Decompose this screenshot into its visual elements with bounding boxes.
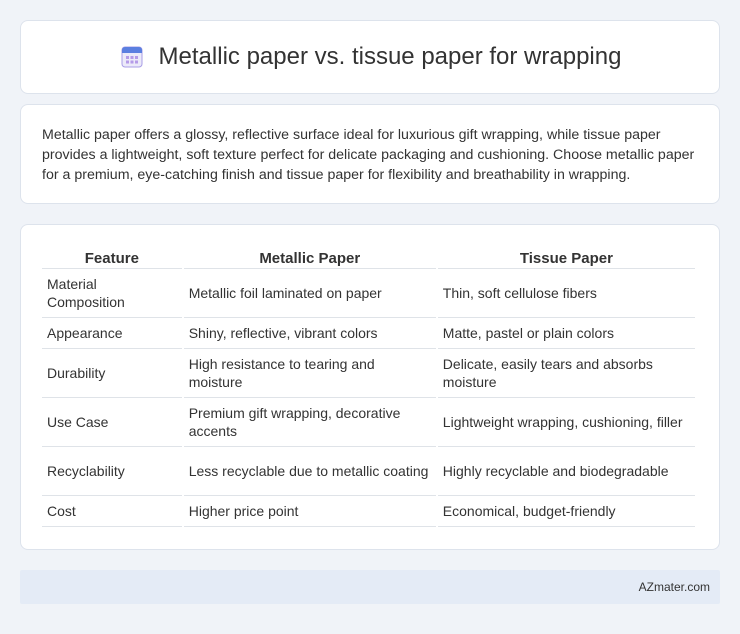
table-card: Feature Metallic Paper Tissue Paper Mate… — [20, 224, 720, 550]
row-feature: Use Case — [42, 398, 182, 447]
page-title: Metallic paper vs. tissue paper for wrap… — [158, 43, 622, 70]
table-row: Recyclability Less recyclable due to met… — [42, 447, 695, 496]
row-tissue: Delicate, easily tears and absorbs moist… — [437, 349, 695, 398]
calendar-icon — [119, 44, 145, 70]
table-row: Cost Higher price point Economical, budg… — [42, 496, 695, 527]
row-tissue: Matte, pastel or plain colors — [437, 318, 695, 349]
footer-site-link[interactable]: AZmater.com — [639, 580, 710, 594]
summary-text: Metallic paper offers a glossy, reflecti… — [42, 127, 695, 183]
table-row: Durability High resistance to tearing an… — [42, 349, 695, 398]
row-feature: Recyclability — [42, 447, 182, 496]
row-tissue: Lightweight wrapping, cushioning, filler — [437, 398, 695, 447]
row-tissue: Economical, budget-friendly — [437, 496, 695, 527]
row-metallic: Higher price point — [183, 496, 436, 527]
row-tissue: Thin, soft cellulose fibers — [437, 269, 695, 318]
row-feature: Appearance — [42, 318, 182, 349]
row-metallic: Premium gift wrapping, decorative accent… — [183, 398, 436, 447]
row-feature: Material Composition — [42, 269, 182, 318]
table-row: Use Case Premium gift wrapping, decorati… — [42, 398, 695, 447]
header-tissue-paper: Tissue Paper — [437, 245, 695, 269]
header-feature: Feature — [42, 245, 182, 269]
row-metallic: Shiny, reflective, vibrant colors — [183, 318, 436, 349]
table-row: Material Composition Metallic foil lamin… — [42, 269, 695, 318]
row-metallic: Metallic foil laminated on paper — [183, 269, 436, 318]
footer: AZmater.com — [20, 570, 720, 604]
row-metallic: Less recyclable due to metallic coating — [183, 447, 436, 496]
row-feature: Durability — [42, 349, 182, 398]
comparison-table: Feature Metallic Paper Tissue Paper Mate… — [40, 245, 697, 527]
table-row: Appearance Shiny, reflective, vibrant co… — [42, 318, 695, 349]
row-tissue: Highly recyclable and biodegradable — [437, 447, 695, 496]
table-header-row: Feature Metallic Paper Tissue Paper — [42, 245, 695, 269]
title-card: Metallic paper vs. tissue paper for wrap… — [20, 20, 720, 94]
header-metallic-paper: Metallic Paper — [183, 245, 436, 269]
row-feature: Cost — [42, 496, 182, 527]
row-metallic: High resistance to tearing and moisture — [183, 349, 436, 398]
summary-card: Metallic paper offers a glossy, reflecti… — [20, 104, 720, 204]
